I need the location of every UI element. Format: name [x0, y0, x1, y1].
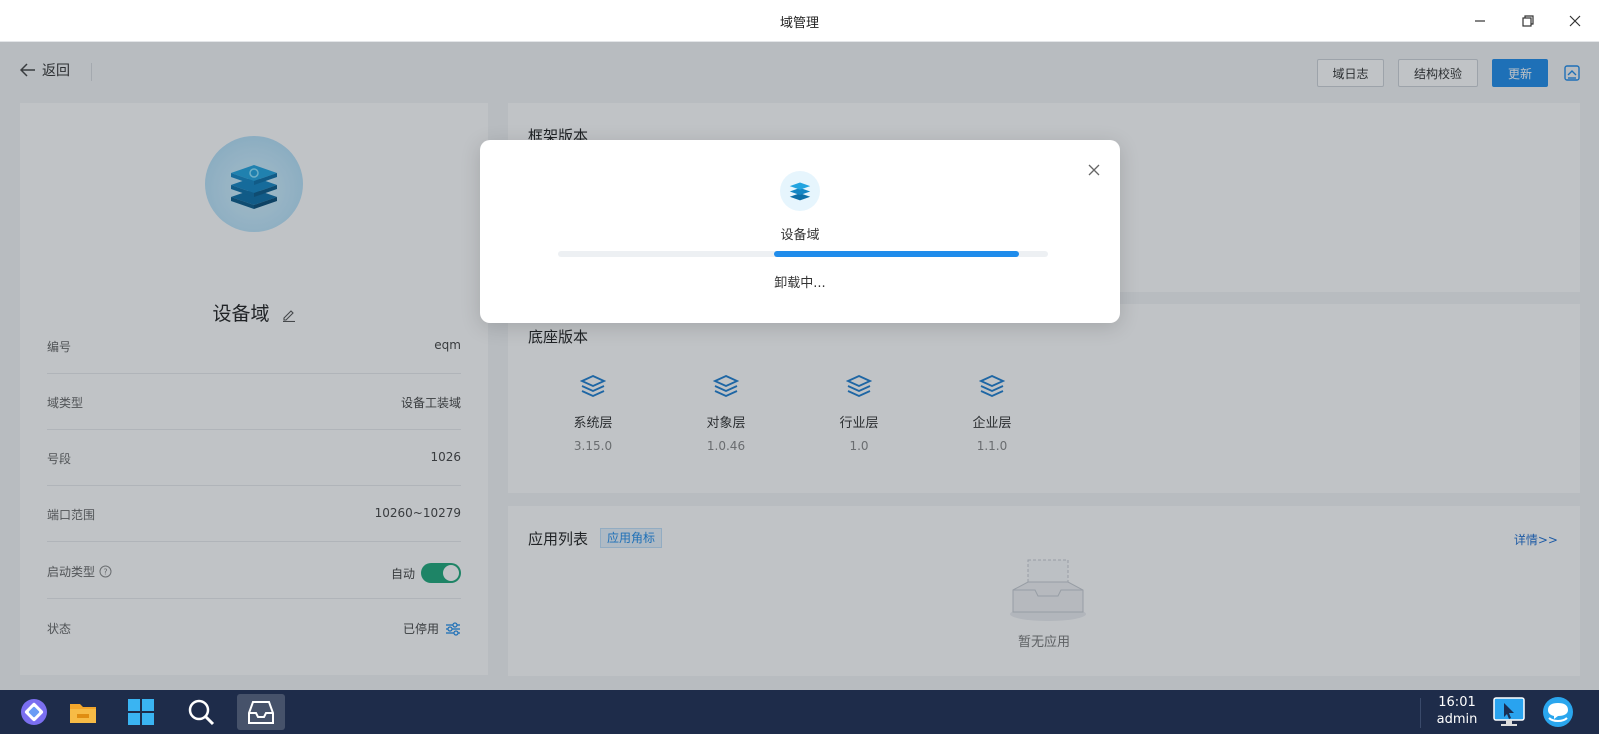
- app-launcher-icon: [21, 699, 47, 725]
- domain-stack-icon: [789, 182, 811, 201]
- clock-time: 16:01: [1438, 695, 1476, 710]
- window-title: 域管理: [779, 16, 819, 31]
- chat-bubble-icon: [1543, 697, 1573, 727]
- restore-icon: [1522, 15, 1534, 27]
- close-icon[interactable]: [1086, 162, 1102, 178]
- dialog-status-text: 卸载中...: [774, 276, 826, 291]
- uninstall-progress-dialog: 设备域 卸载中...: [480, 140, 1120, 323]
- system-clock[interactable]: 16:01 admin: [1427, 694, 1487, 728]
- search-button[interactable]: [182, 694, 220, 730]
- current-user: admin: [1436, 712, 1478, 727]
- progress-bar: [558, 251, 1048, 257]
- inbox-app-button[interactable]: [237, 694, 285, 730]
- minimize-button[interactable]: [1466, 8, 1494, 34]
- windows-grid-icon: [128, 699, 154, 725]
- domain-icon: [780, 171, 820, 211]
- restore-button[interactable]: [1514, 8, 1542, 34]
- file-manager-button[interactable]: [64, 694, 102, 730]
- close-icon: [1569, 15, 1581, 27]
- windows-button[interactable]: [122, 694, 160, 730]
- search-icon: [188, 699, 215, 726]
- minimize-icon: [1475, 20, 1485, 22]
- start-menu-button[interactable]: [15, 694, 53, 730]
- taskbar: 16:01 admin: [0, 690, 1599, 734]
- inbox-tray-icon: [248, 701, 274, 724]
- folder-icon: [70, 704, 96, 723]
- close-button[interactable]: [1561, 8, 1589, 34]
- divider: [1420, 698, 1421, 728]
- monitor-cursor-icon: [1493, 697, 1525, 726]
- remote-desktop-button[interactable]: [1491, 694, 1527, 730]
- title-bar: 域管理: [0, 0, 1599, 42]
- chat-app-button[interactable]: [1538, 694, 1578, 730]
- dialog-domain-name: 设备域: [780, 228, 820, 243]
- progress-fill: [773, 251, 1019, 257]
